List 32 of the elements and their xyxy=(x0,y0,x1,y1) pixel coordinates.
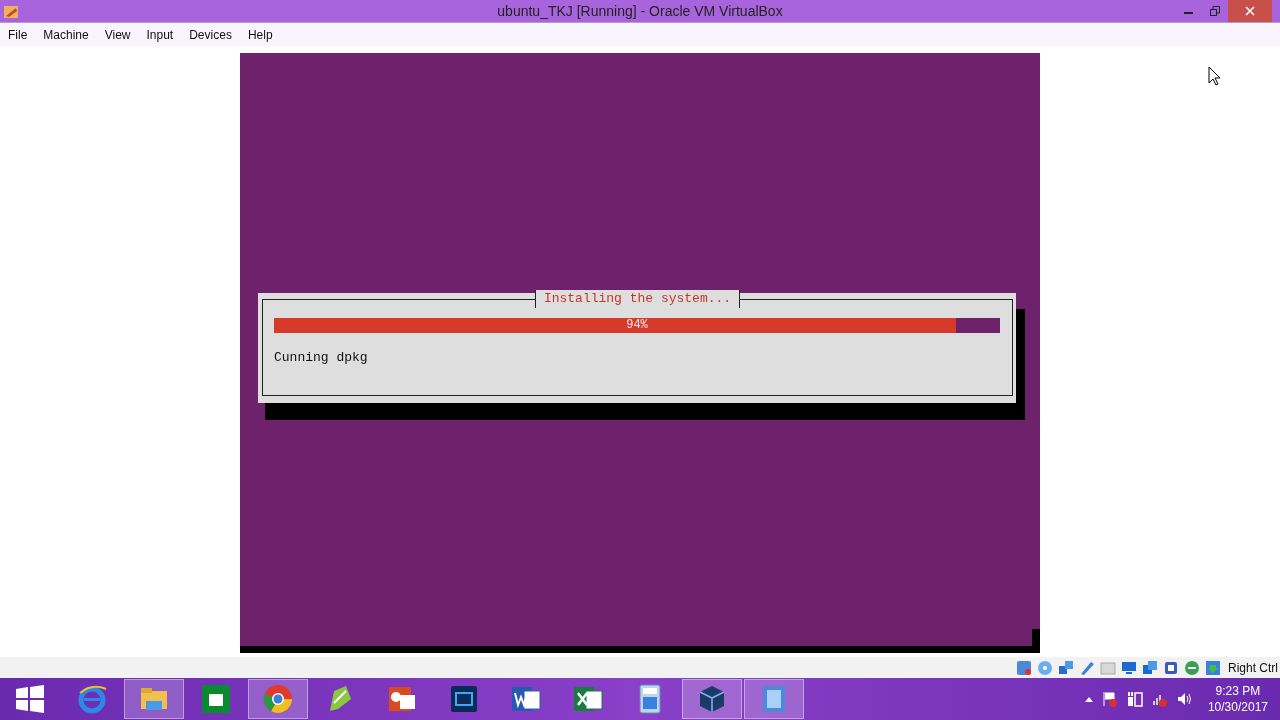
download-icon[interactable] xyxy=(1205,659,1221,676)
battery-icon[interactable] xyxy=(1126,691,1143,707)
menu-item[interactable]: Devices xyxy=(181,27,240,42)
close-button[interactable] xyxy=(1228,0,1272,22)
clock-date: 10/30/2017 xyxy=(1207,699,1268,715)
clock-time: 9:23 PM xyxy=(1215,683,1261,699)
menu-item[interactable]: Input xyxy=(138,27,182,42)
menu-item[interactable]: Machine xyxy=(35,27,97,42)
network-icon[interactable] xyxy=(1058,659,1074,676)
progress-percent: 94% xyxy=(625,318,649,333)
restore-icon xyxy=(1210,6,1220,16)
speaker-icon[interactable] xyxy=(1176,691,1193,707)
mouse-cursor-icon xyxy=(1208,66,1222,86)
chip-icon[interactable] xyxy=(1163,659,1179,676)
show-hidden-icons-icon[interactable] xyxy=(1084,696,1093,702)
window-title: ubuntu_TKJ [Running] - Oracle VM VirtualBox xyxy=(497,3,783,19)
browser-icon xyxy=(76,683,108,715)
taskbar-app-button[interactable] xyxy=(682,679,742,719)
clock[interactable]: 9:23 PM 10/30/2017 xyxy=(1207,683,1268,715)
flag-icon[interactable] xyxy=(1101,691,1118,707)
dialog-title: Installing the system... xyxy=(534,290,741,308)
app-icon xyxy=(3,3,19,19)
menu-item[interactable]: File xyxy=(0,27,36,42)
windows-logo-icon xyxy=(14,683,46,715)
monitor-icon[interactable] xyxy=(1121,659,1137,676)
status-text: Cunning dpkg xyxy=(274,350,368,365)
menu-item[interactable]: View xyxy=(96,27,139,42)
host-key-label: Right Ctrl xyxy=(1228,660,1278,675)
browser-icon xyxy=(262,683,294,715)
menu-item[interactable]: Help xyxy=(239,27,281,42)
text-cursor xyxy=(1032,629,1040,653)
close-icon xyxy=(1245,6,1255,16)
